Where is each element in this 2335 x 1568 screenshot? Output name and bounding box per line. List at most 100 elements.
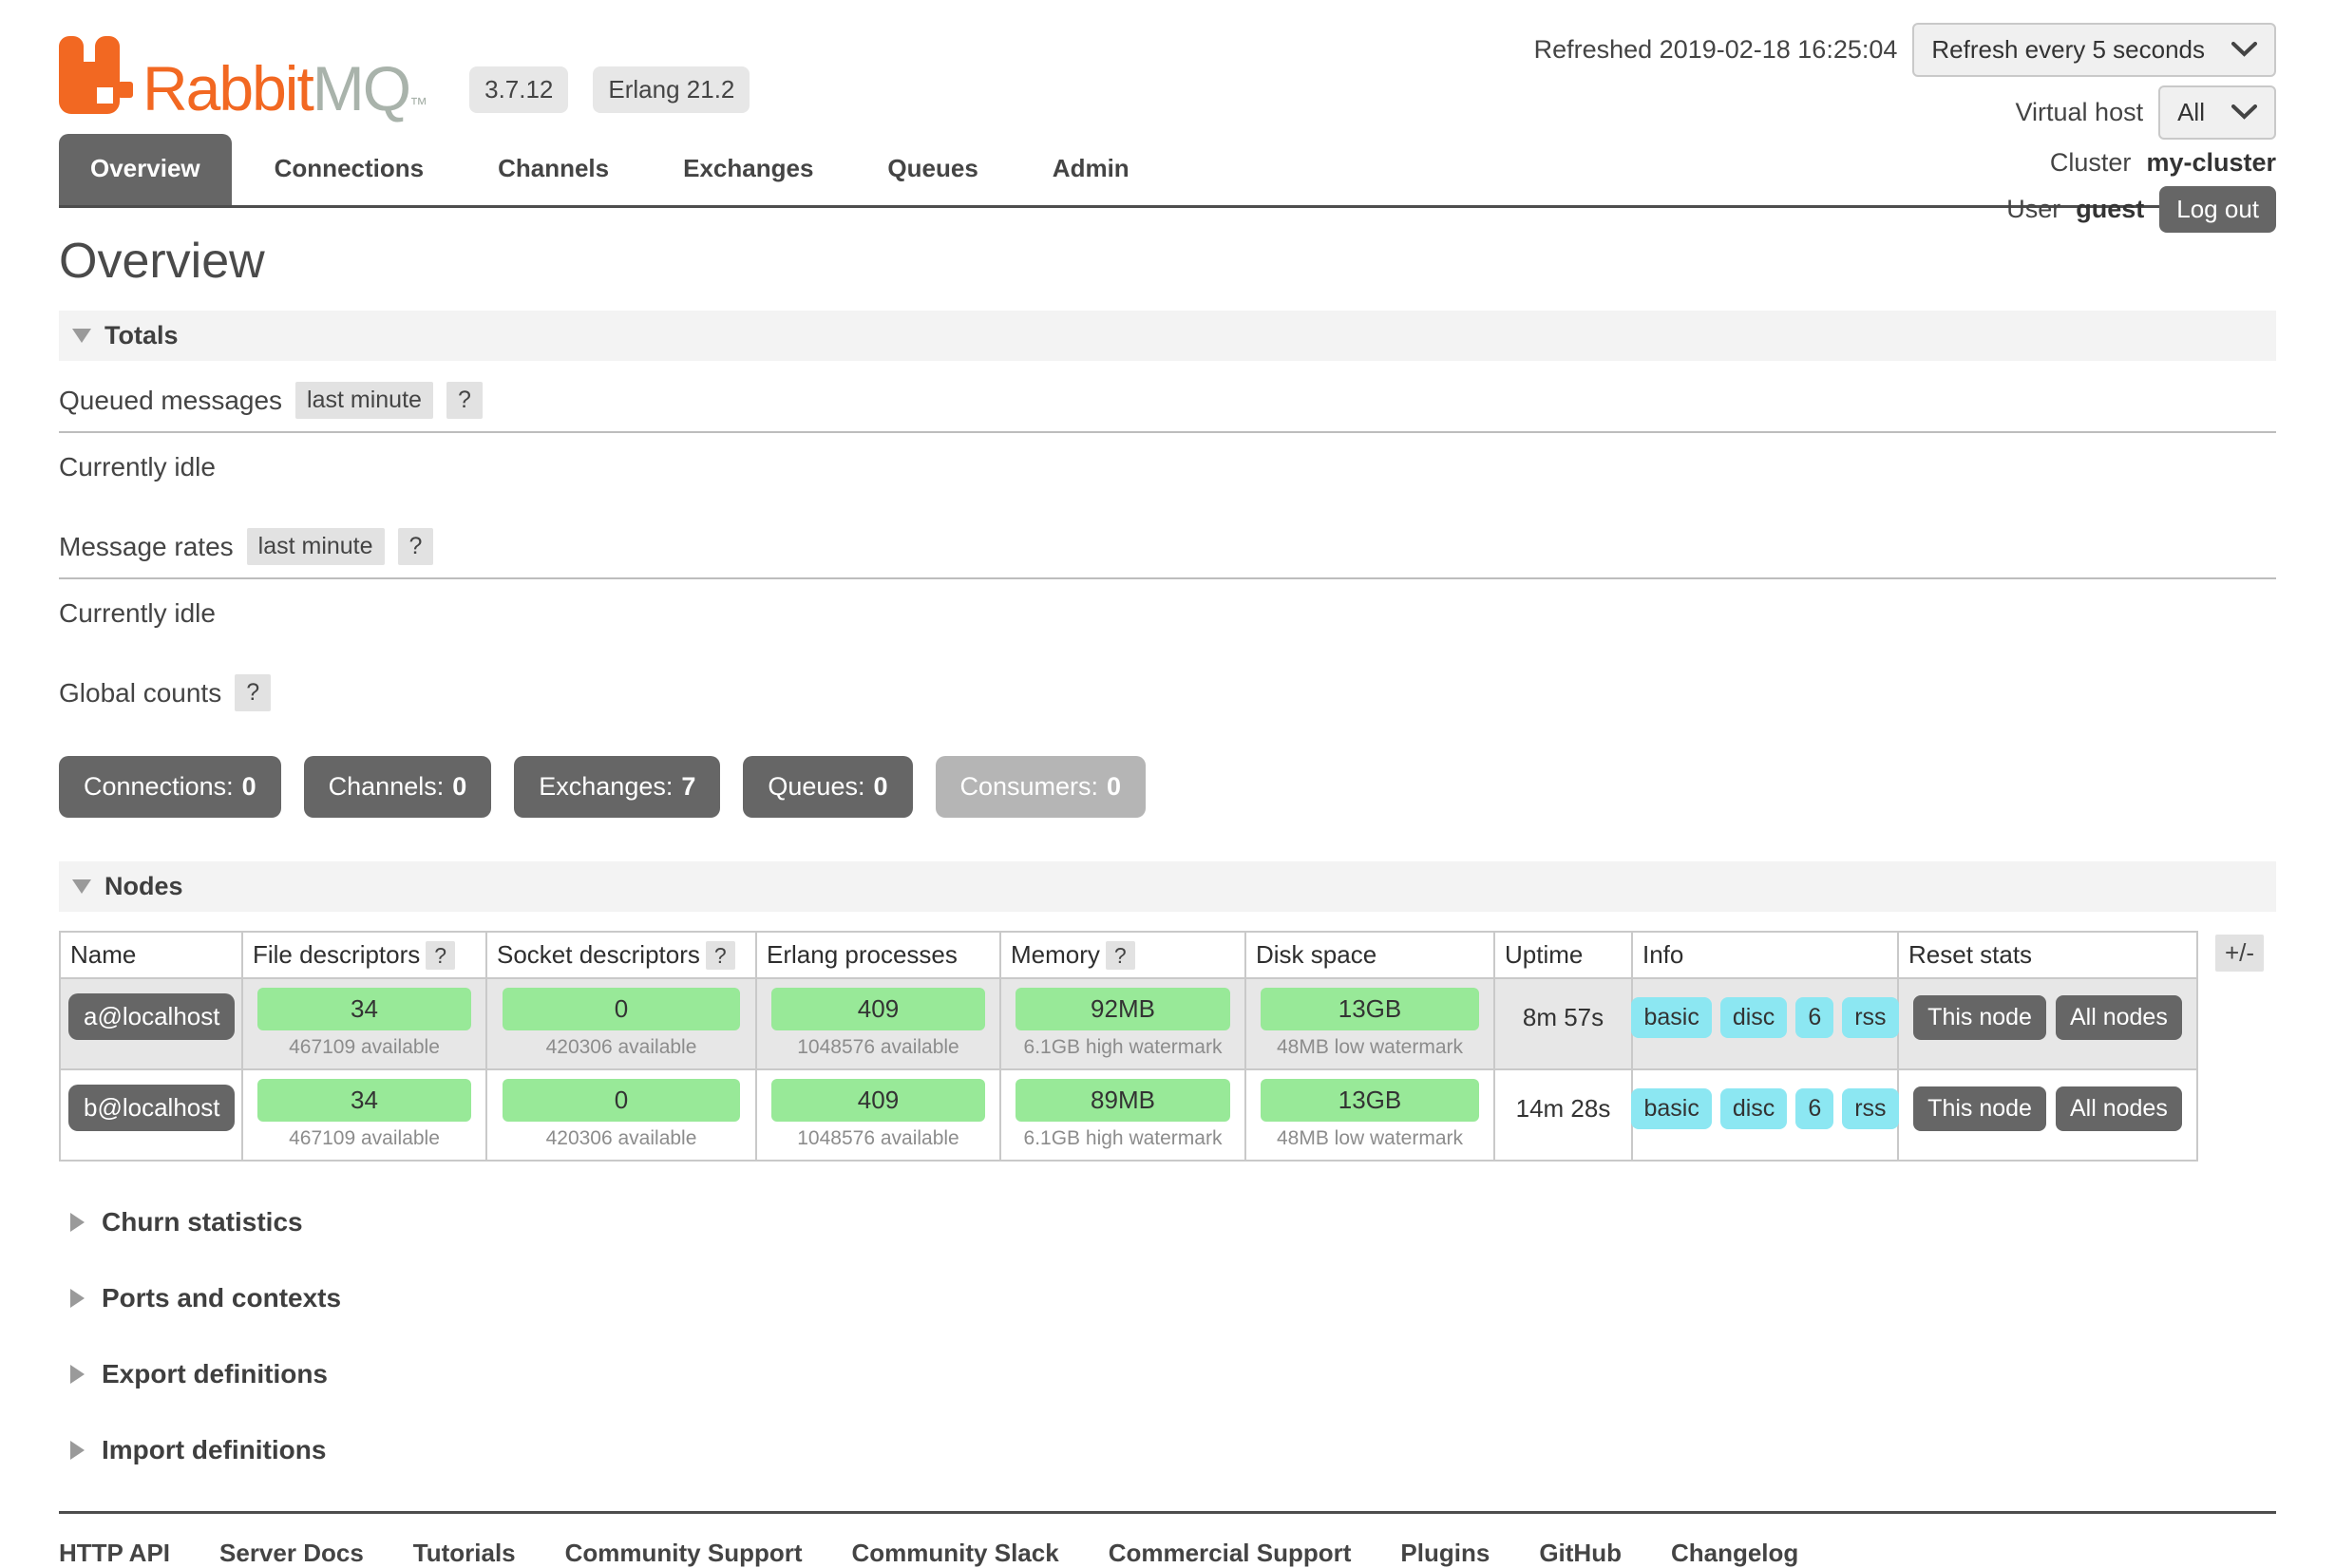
col-memory: Memory? [1000,932,1245,978]
refreshed-timestamp: Refreshed 2019-02-18 16:25:04 [1534,35,1898,65]
memory-value: 92MB [1016,988,1230,1030]
ports-contexts-toggle[interactable]: Ports and contexts [59,1283,2276,1313]
queued-help-icon[interactable]: ? [446,382,483,419]
ports-contexts-label: Ports and contexts [102,1283,341,1313]
tab-channels[interactable]: Channels [498,134,609,205]
global-counts-help-icon[interactable]: ? [235,674,271,711]
page: RabbitMQ™ 3.7.12 Erlang 21.2 Refreshed 2… [59,0,2276,1568]
user-label: User [2006,195,2060,224]
brand-text: RabbitMQ™ [142,59,427,119]
fd-available: 467109 available [251,1127,478,1150]
logout-button[interactable]: Log out [2159,186,2276,233]
brand-mq: MQ [313,53,409,123]
queued-messages-header: Queued messages last minute ? [59,361,2276,433]
footer-link-plugins[interactable]: Plugins [1400,1539,1490,1568]
footer-link-commercial-support[interactable]: Commercial Support [1109,1539,1352,1568]
info-badge-rss: rss [1842,1088,1898,1129]
queues-count-button[interactable]: Queues: 0 [743,756,912,818]
totals-section-toggle[interactable]: Totals [59,311,2276,361]
reset-all-nodes-button[interactable]: All nodes [2056,995,2182,1040]
connections-count-button[interactable]: Connections: 0 [59,756,281,818]
node-name-cell: b@localhost [60,1069,242,1161]
reset-this-node-button[interactable]: This node [1913,1086,2046,1131]
reset-stats-cell: This node All nodes [1898,978,2197,1069]
col-erlang-processes: Erlang processes [756,932,1000,978]
col-name: Name [60,932,242,978]
footer-link-community-slack[interactable]: Community Slack [852,1539,1059,1568]
reset-all-nodes-button[interactable]: All nodes [2056,1086,2182,1131]
vhost-label: Virtual host [2016,98,2144,127]
sd-cell: 0 420306 available [486,1069,756,1161]
info-cell: basic disc 6 rss [1632,1069,1898,1161]
connections-count-label: Connections: [84,772,234,802]
brand-rabbit: Rabbit [142,53,313,123]
import-definitions-toggle[interactable]: Import definitions [59,1435,2276,1465]
rabbitmq-rabbit-icon [59,36,133,119]
footer-link-community-support[interactable]: Community Support [565,1539,803,1568]
triangle-down-icon [72,329,91,343]
footer-link-http-api[interactable]: HTTP API [59,1539,170,1568]
tab-queues[interactable]: Queues [887,134,978,205]
fd-help-icon[interactable]: ? [426,941,455,970]
tab-connections[interactable]: Connections [275,134,424,205]
footer-link-tutorials[interactable]: Tutorials [413,1539,516,1568]
rabbitmq-version-badge: 3.7.12 [469,66,568,113]
sd-help-icon[interactable]: ? [706,941,735,970]
proc-value: 409 [771,988,985,1030]
node-row-b: b@localhost 34 467109 available 0 420306… [60,1069,2197,1161]
disk-watermark: 48MB low watermark [1254,1127,1486,1150]
node-name-cell: a@localhost [60,978,242,1069]
columns-plusminus-toggle[interactable]: +/- [2215,935,2264,972]
node-b-link[interactable]: b@localhost [68,1085,235,1131]
sd-cell: 0 420306 available [486,978,756,1069]
rates-help-icon[interactable]: ? [398,528,434,565]
exchanges-count-value: 7 [681,772,695,802]
footer-link-server-docs[interactable]: Server Docs [219,1539,364,1568]
connections-count-value: 0 [242,772,256,802]
global-counts-row: Connections: 0 Channels: 0 Exchanges: 7 … [59,756,2276,818]
nodes-table: Name File descriptors? Socket descriptor… [59,931,2198,1162]
sd-available: 420306 available [495,1036,748,1059]
col-disk-space: Disk space [1245,932,1494,978]
nodes-section-toggle[interactable]: Nodes [59,861,2276,912]
queued-range-badge[interactable]: last minute [295,382,433,419]
tab-admin[interactable]: Admin [1053,134,1130,205]
cluster-label: Cluster [2050,148,2132,178]
cluster-row: Cluster my-cluster [2050,148,2276,178]
disk-value: 13GB [1261,1079,1478,1122]
fd-value: 34 [257,1079,471,1122]
vhost-select[interactable]: All [2158,85,2276,140]
page-title: Overview [59,233,2276,290]
exchanges-count-label: Exchanges: [539,772,673,802]
footer-link-github[interactable]: GitHub [1539,1539,1622,1568]
totals-section-label: Totals [104,321,179,350]
channels-count-button[interactable]: Channels: 0 [304,756,492,818]
churn-statistics-toggle[interactable]: Churn statistics [59,1207,2276,1237]
node-a-link[interactable]: a@localhost [68,993,235,1040]
col-reset-stats: Reset stats [1898,932,2197,978]
tab-overview[interactable]: Overview [59,134,232,205]
consumers-count-button[interactable]: Consumers: 0 [936,756,1147,818]
user-name: guest [2076,195,2144,224]
disk-cell: 13GB 48MB low watermark [1245,1069,1494,1161]
refresh-interval-select[interactable]: Refresh every 5 seconds [1912,23,2276,77]
erlang-version-badge: Erlang 21.2 [593,66,750,113]
export-definitions-toggle[interactable]: Export definitions [59,1359,2276,1389]
info-badge-cores: 6 [1795,1088,1833,1129]
tab-exchanges[interactable]: Exchanges [683,134,813,205]
info-badge-basic: basic [1631,997,1711,1038]
sd-value: 0 [503,988,740,1030]
rates-range-badge[interactable]: last minute [247,528,385,565]
brand-trademark: ™ [409,95,427,115]
rabbitmq-logo[interactable]: RabbitMQ™ [59,36,427,119]
queued-messages-label: Queued messages [59,386,282,416]
user-row: User guest Log out [2006,186,2276,233]
memory-help-icon[interactable]: ? [1106,941,1135,970]
exchanges-count-button[interactable]: Exchanges: 7 [514,756,720,818]
header-right: Refreshed 2019-02-18 16:25:04 Refresh ev… [1534,23,2276,233]
footer-link-changelog[interactable]: Changelog [1671,1539,1798,1568]
reset-this-node-button[interactable]: This node [1913,995,2046,1040]
fd-cell: 34 467109 available [242,978,486,1069]
refresh-row: Refreshed 2019-02-18 16:25:04 Refresh ev… [1534,23,2276,77]
consumers-count-value: 0 [1107,772,1121,802]
